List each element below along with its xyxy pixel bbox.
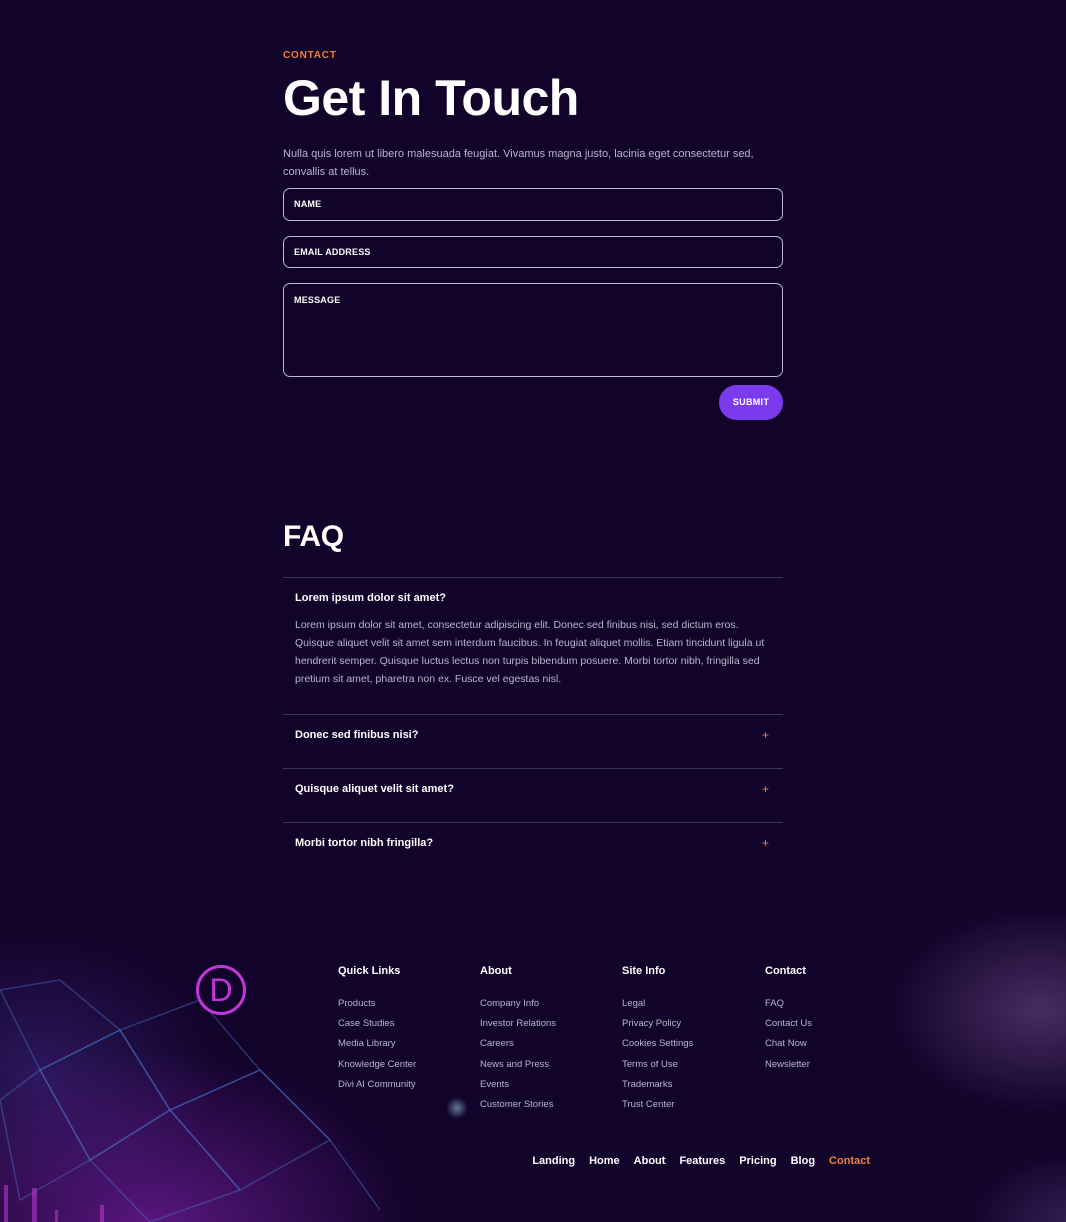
- page-title: Get In Touch: [283, 70, 579, 126]
- nav-link-landing[interactable]: Landing: [532, 1155, 575, 1167]
- contact-section: CONTACT Get In Touch Nulla quis lorem ut…: [283, 50, 783, 420]
- footer-heading: Contact: [765, 965, 806, 977]
- footer-link[interactable]: Chat Now: [765, 1034, 812, 1054]
- footer-nav: Landing Home About Features Pricing Blog…: [532, 1155, 870, 1167]
- email-placeholder: EMAIL ADDRESS: [294, 247, 371, 257]
- faq-question[interactable]: Quisque aliquet velit sit amet?: [283, 769, 783, 809]
- name-field[interactable]: NAME: [283, 188, 783, 221]
- nav-link-home[interactable]: Home: [589, 1155, 620, 1167]
- plus-icon[interactable]: +: [762, 781, 769, 797]
- nav-link-pricing[interactable]: Pricing: [739, 1155, 776, 1167]
- footer-link[interactable]: Products: [338, 994, 416, 1014]
- nav-link-contact[interactable]: Contact: [829, 1155, 870, 1167]
- footer-link[interactable]: FAQ: [765, 994, 812, 1014]
- footer-link[interactable]: Investor Relations: [480, 1014, 556, 1034]
- message-field[interactable]: MESSAGE: [283, 283, 783, 377]
- faq-list: Lorem ipsum dolor sit amet? Lorem ipsum …: [283, 577, 783, 876]
- footer-link[interactable]: Media Library: [338, 1034, 416, 1054]
- faq-question[interactable]: Morbi tortor nibh fringilla?: [283, 823, 783, 863]
- faq-question[interactable]: Lorem ipsum dolor sit amet?: [283, 578, 783, 604]
- faq-item[interactable]: Morbi tortor nibh fringilla? +: [283, 822, 783, 876]
- faq-section: FAQ Lorem ipsum dolor sit amet? Lorem ip…: [283, 520, 783, 850]
- intro-text: Nulla quis lorem ut libero malesuada feu…: [283, 148, 754, 178]
- footer-heading: Quick Links: [338, 965, 401, 977]
- footer-link[interactable]: Customer Stories: [480, 1095, 556, 1115]
- footer-link[interactable]: Privacy Policy: [622, 1014, 693, 1034]
- glow-decoration: [446, 1097, 468, 1119]
- submit-button[interactable]: SUBMIT: [719, 385, 783, 420]
- footer-link[interactable]: Newsletter: [765, 1055, 812, 1075]
- footer-link[interactable]: Case Studies: [338, 1014, 416, 1034]
- footer-link[interactable]: Terms of Use: [622, 1055, 693, 1075]
- faq-question[interactable]: Donec sed finibus nisi?: [283, 715, 783, 755]
- nav-link-about[interactable]: About: [634, 1155, 666, 1167]
- email-field[interactable]: EMAIL ADDRESS: [283, 236, 783, 268]
- faq-item[interactable]: Lorem ipsum dolor sit amet? Lorem ipsum …: [283, 577, 783, 714]
- footer-link[interactable]: Company Info: [480, 994, 556, 1014]
- name-placeholder: NAME: [294, 199, 322, 209]
- footer-link[interactable]: Cookies Settings: [622, 1034, 693, 1054]
- faq-answer: Lorem ipsum dolor sit amet, consectetur …: [295, 619, 765, 685]
- plus-icon[interactable]: +: [762, 835, 769, 851]
- section-eyebrow: CONTACT: [283, 50, 337, 61]
- footer-column-about: About Company Info Investor Relations Ca…: [480, 965, 556, 1115]
- divi-logo[interactable]: D: [196, 965, 246, 1015]
- faq-item[interactable]: Quisque aliquet velit sit amet? +: [283, 768, 783, 822]
- footer-column-site-info: Site Info Legal Privacy Policy Cookies S…: [622, 965, 693, 1115]
- footer-link[interactable]: Trademarks: [622, 1075, 693, 1095]
- footer-link[interactable]: Legal: [622, 994, 693, 1014]
- footer-column-contact: Contact FAQ Contact Us Chat Now Newslett…: [765, 965, 812, 1075]
- nav-link-features[interactable]: Features: [679, 1155, 725, 1167]
- footer-heading: About: [480, 965, 512, 977]
- footer-heading: Site Info: [622, 965, 666, 977]
- faq-title: FAQ: [283, 520, 344, 553]
- message-placeholder: MESSAGE: [294, 295, 341, 305]
- footer-link[interactable]: Trust Center: [622, 1095, 693, 1115]
- footer-link[interactable]: Events: [480, 1075, 556, 1095]
- footer-link[interactable]: News and Press: [480, 1055, 556, 1075]
- footer-link[interactable]: Contact Us: [765, 1014, 812, 1034]
- footer-link[interactable]: Careers: [480, 1034, 556, 1054]
- plus-icon[interactable]: +: [762, 727, 769, 743]
- nav-link-blog[interactable]: Blog: [791, 1155, 815, 1167]
- footer-link[interactable]: Divi AI Community: [338, 1075, 416, 1095]
- faq-item[interactable]: Donec sed finibus nisi? +: [283, 714, 783, 768]
- page: CONTACT Get In Touch Nulla quis lorem ut…: [0, 0, 1066, 1222]
- footer-link[interactable]: Knowledge Center: [338, 1055, 416, 1075]
- footer-column-quick-links: Quick Links Products Case Studies Media …: [338, 965, 416, 1095]
